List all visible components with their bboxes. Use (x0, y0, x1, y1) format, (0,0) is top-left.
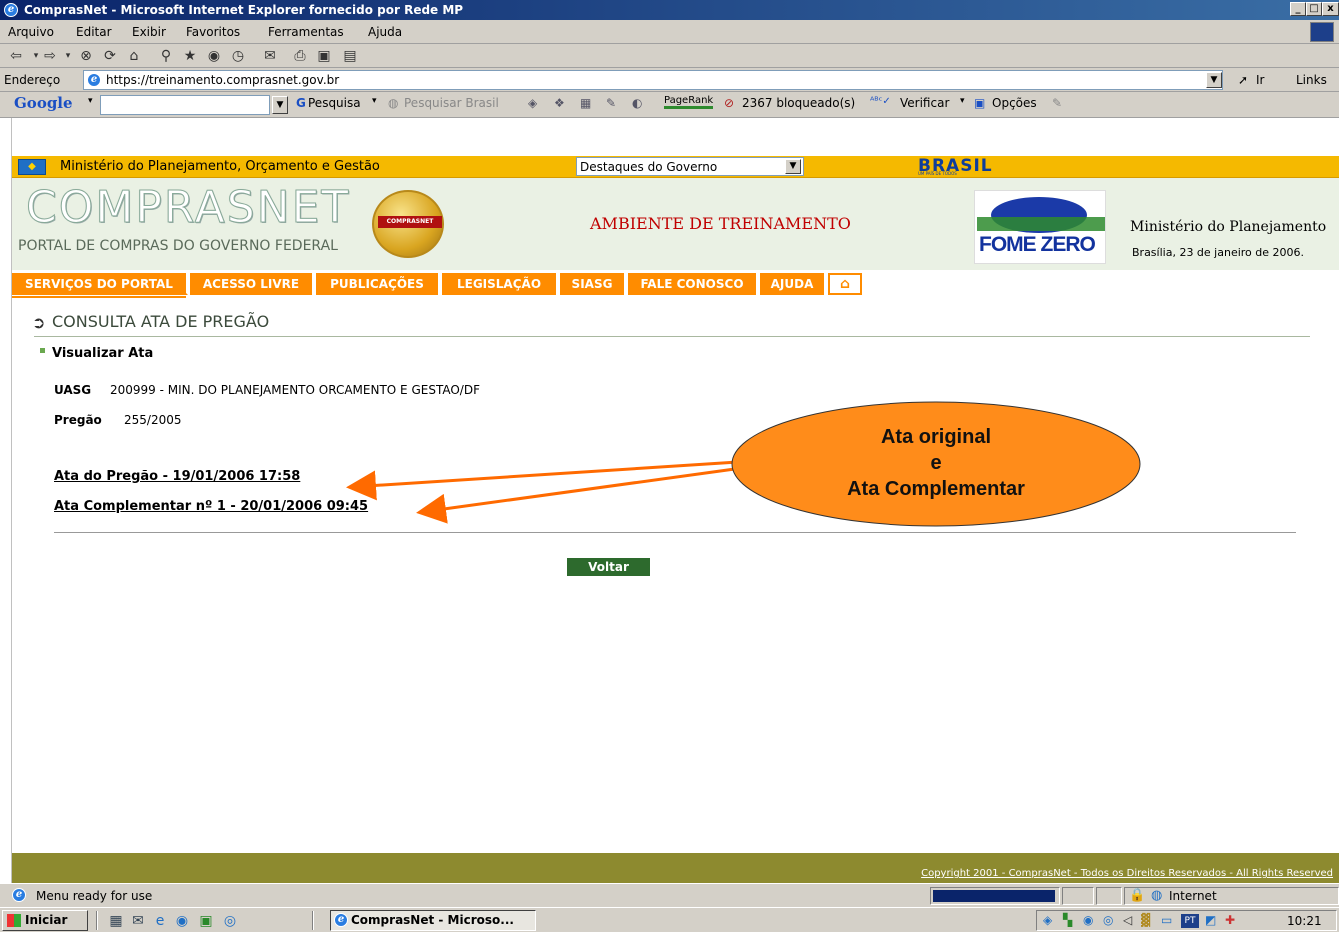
annotation-overlay (346, 401, 1141, 527)
copyright-text[interactable]: Copyright 2001 - ComprasNet - Todos os D… (921, 868, 1333, 879)
tray-window-icon[interactable]: ▭ (1161, 913, 1172, 927)
task-ie-icon: e (334, 913, 348, 927)
tray-app-icon[interactable]: ▓ (1141, 913, 1150, 927)
tray-network-icon[interactable]: ◈ (1043, 913, 1052, 927)
zone-label: Internet (1169, 889, 1217, 903)
progress-fill (933, 890, 1055, 902)
tray-messenger-icon[interactable]: ◎ (1103, 913, 1113, 927)
tray-media-icon[interactable]: ◉ (1083, 913, 1093, 927)
ql-media-icon[interactable]: ◉ (174, 913, 190, 929)
ql-app-icon[interactable]: ▣ (198, 913, 214, 929)
progress-panel (930, 887, 1060, 905)
status-panel-1 (1062, 887, 1094, 905)
status-page-icon: e (12, 888, 26, 902)
ie-window: e ComprasNet - Microsoft Internet Explor… (0, 0, 1339, 932)
status-text: Menu ready for use (36, 889, 153, 903)
windows-flag-icon (7, 914, 21, 927)
system-tray: ◈ ▚ ◉ ◎ ◁ ▓ ▭ PT ◩ ✚ 10:21 (1036, 910, 1337, 931)
taskbar-ie-task[interactable]: e ComprasNet - Microso... (330, 910, 536, 931)
tray-antivirus-icon[interactable]: ▚ (1063, 913, 1072, 927)
page-footer: Copyright 2001 - ComprasNet - Todos os D… (12, 853, 1339, 883)
tray-display-icon[interactable]: ◩ (1205, 913, 1216, 927)
tray-volume-icon[interactable]: ◁ (1123, 913, 1132, 927)
start-label: Iniciar (25, 913, 68, 927)
callout-line3: Ata Complementar (847, 478, 1025, 500)
status-bar: e Menu ready for use 🔒 ◍ Internet (0, 883, 1339, 907)
taskbar-divider (96, 911, 98, 930)
ql-desktop-icon[interactable]: ▦ (108, 913, 124, 929)
tray-language[interactable]: PT (1181, 914, 1199, 928)
callout-line1: Ata original (880, 426, 991, 448)
taskbar-divider-2 (312, 911, 314, 930)
lock-icon: 🔒 (1129, 888, 1146, 903)
tray-update-icon[interactable]: ✚ (1225, 913, 1235, 927)
ql-outlook-icon[interactable]: ✉ (130, 913, 146, 929)
taskbar: Iniciar ▦ ✉ e ◉ ▣ ◎ e ComprasNet - Micro… (0, 907, 1339, 932)
internet-globe-icon: ◍ (1151, 888, 1163, 903)
callout-line2: e (930, 452, 942, 474)
callout-text: Ata original e Ata Complementar (736, 424, 1136, 502)
status-panel-2 (1096, 887, 1122, 905)
task-label: ComprasNet - Microso... (351, 913, 514, 927)
callout-arrow-ata (346, 460, 739, 501)
tray-clock[interactable]: 10:21 (1287, 914, 1322, 928)
callout-arrow-complementar (416, 466, 743, 524)
ql-ie-icon[interactable]: e (152, 913, 168, 929)
zone-panel: 🔒 ◍ Internet (1124, 887, 1339, 905)
ql-messenger-icon[interactable]: ◎ (222, 913, 238, 929)
start-button[interactable]: Iniciar (2, 910, 88, 931)
